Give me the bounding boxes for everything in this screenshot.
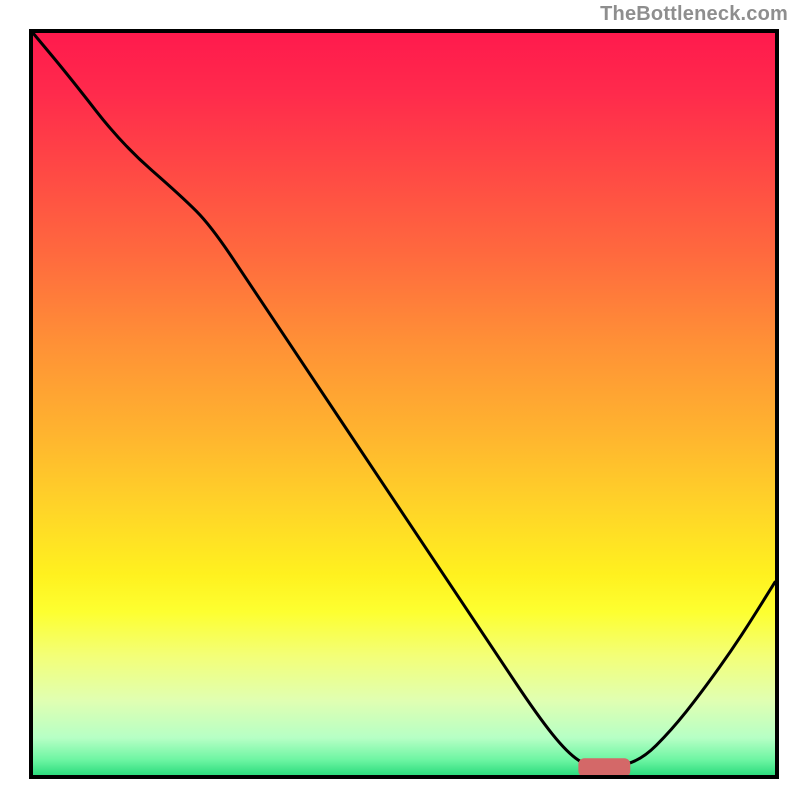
chart-svg bbox=[33, 33, 775, 775]
watermark-text: TheBottleneck.com bbox=[600, 3, 788, 26]
optimum-marker bbox=[578, 758, 630, 777]
curve-line bbox=[33, 33, 775, 768]
chart-plot-area bbox=[29, 29, 779, 779]
